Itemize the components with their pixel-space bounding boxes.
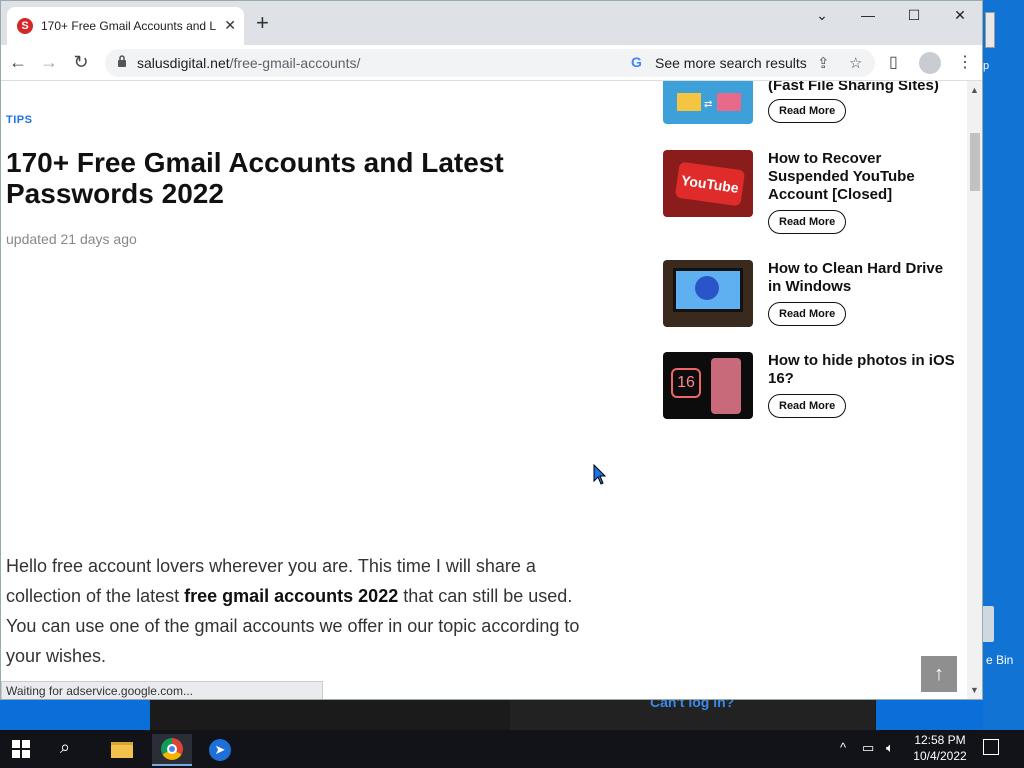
minimize-button[interactable]: — <box>853 7 883 23</box>
bookmark-star-icon[interactable]: ☆ <box>849 54 862 72</box>
side-panel-icon[interactable]: ▯ <box>889 52 898 72</box>
see-more-results-chip[interactable]: See more search results <box>655 55 807 71</box>
new-tab-icon[interactable]: + <box>256 12 269 34</box>
file-explorer-icon[interactable] <box>102 734 142 766</box>
address-bar[interactable]: salusdigital.net/free-gmail-accounts/ G … <box>105 49 875 77</box>
chevron-down-icon[interactable]: ⌄ <box>807 7 837 24</box>
site-favicon-icon: S <box>17 18 33 34</box>
taskbar: ⌕ ➤ ^ ▭ 🔈︎ 12:58 PM 10/4/2022 <box>0 730 1024 768</box>
back-to-top-button[interactable]: ↑ <box>921 656 957 692</box>
sidebar-post-title[interactable]: (Fast File Sharing Sites) <box>768 81 958 95</box>
updated-date: updated 21 days ago <box>6 231 137 247</box>
read-more-button[interactable]: Read More <box>768 394 847 418</box>
youtube-logo: YouTube <box>674 161 746 207</box>
post-thumbnail[interactable]: YouTube <box>663 150 753 217</box>
clock-date: 10/4/2022 <box>913 749 967 763</box>
forward-icon[interactable]: → <box>37 52 61 73</box>
profile-avatar[interactable] <box>919 52 941 74</box>
post-thumbnail[interactable]: 16 <box>663 352 753 419</box>
page-scrollbar[interactable]: ▲ ▼ <box>967 81 982 699</box>
close-tab-icon[interactable]: ✕ <box>224 17 236 34</box>
maximize-button[interactable]: ☐ <box>899 7 929 24</box>
windows-start-icon[interactable] <box>12 740 30 758</box>
remote-app-icon[interactable]: ➤ <box>200 734 240 766</box>
search-icon[interactable]: ⌕ <box>60 737 70 758</box>
url-text[interactable]: salusdigital.net/free-gmail-accounts/ <box>137 55 360 71</box>
sidebar-post[interactable]: YouTube How to Recover Suspended YouTube… <box>663 150 963 240</box>
sidebar-post-title[interactable]: How to Recover Suspended YouTube Account… <box>768 150 958 204</box>
clock-time: 12:58 PM <box>914 733 966 747</box>
status-bar: Waiting for adservice.google.com... <box>1 681 323 699</box>
scroll-down-icon[interactable]: ▼ <box>970 685 979 695</box>
close-window-button[interactable]: ✕ <box>945 7 975 24</box>
volume-icon[interactable]: 🔈︎ <box>886 740 894 756</box>
sidebar-post-title[interactable]: How to hide photos in iOS 16? <box>768 352 958 388</box>
desktop-strip <box>0 700 150 730</box>
sidebar-post[interactable]: ⇄ (Fast File Sharing Sites) Read More <box>663 81 963 127</box>
desktop-file-icon[interactable] <box>985 12 995 48</box>
menu-kebab-icon[interactable]: ⋮ <box>957 52 973 72</box>
post-thumbnail[interactable]: ⇄ <box>663 81 753 124</box>
scrollbar-thumb[interactable] <box>970 133 980 191</box>
read-more-button[interactable]: Read More <box>768 210 847 234</box>
network-icon[interactable]: ▭ <box>862 740 874 756</box>
read-more-button[interactable]: Read More <box>768 302 847 326</box>
category-tag[interactable]: TIPS <box>6 114 32 126</box>
chevron-up-icon[interactable]: ^ <box>840 740 846 755</box>
share-icon[interactable]: ⇪ <box>817 54 830 72</box>
mouse-cursor-icon <box>593 464 607 485</box>
lock-icon <box>118 55 126 67</box>
article-paragraph: Hello free account lovers wherever you a… <box>6 556 580 666</box>
clock[interactable]: 12:58 PM 10/4/2022 <box>900 732 980 764</box>
google-icon: G <box>631 54 642 70</box>
active-tab[interactable]: S 170+ Free Gmail Accounts and L ✕ <box>7 7 244 45</box>
sidebar-post-title[interactable]: How to Clean Hard Drive in Windows <box>768 260 958 296</box>
read-more-button[interactable]: Read More <box>768 99 847 123</box>
tab-title: 170+ Free Gmail Accounts and L <box>41 19 217 33</box>
sidebar-post[interactable]: 16 How to hide photos in iOS 16? Read Mo… <box>663 352 963 422</box>
article-title: 170+ Free Gmail Accounts and Latest Pass… <box>6 147 504 209</box>
ios-16-logo: 16 <box>671 368 701 398</box>
recycle-bin-icon[interactable] <box>982 606 994 642</box>
browser-toolbar: ← → ↻ salusdigital.net/free-gmail-accoun… <box>1 45 982 81</box>
tab-strip: S 170+ Free Gmail Accounts and L ✕ + ⌄ —… <box>1 1 982 45</box>
post-thumbnail[interactable] <box>663 260 753 327</box>
page-content: TIPS 170+ Free Gmail Accounts and Latest… <box>1 81 967 699</box>
recycle-bin-label: e Bin <box>986 653 1014 667</box>
reload-icon[interactable]: ↻ <box>69 52 93 73</box>
sidebar-post[interactable]: How to Clean Hard Drive in Windows Read … <box>663 260 963 330</box>
notification-icon[interactable] <box>983 739 999 755</box>
scroll-up-icon[interactable]: ▲ <box>970 85 979 95</box>
chrome-icon[interactable] <box>152 734 192 766</box>
back-icon[interactable]: ← <box>6 52 30 73</box>
browser-window: S 170+ Free Gmail Accounts and L ✕ + ⌄ —… <box>0 0 983 700</box>
desktop-icon-label: p <box>983 60 990 72</box>
